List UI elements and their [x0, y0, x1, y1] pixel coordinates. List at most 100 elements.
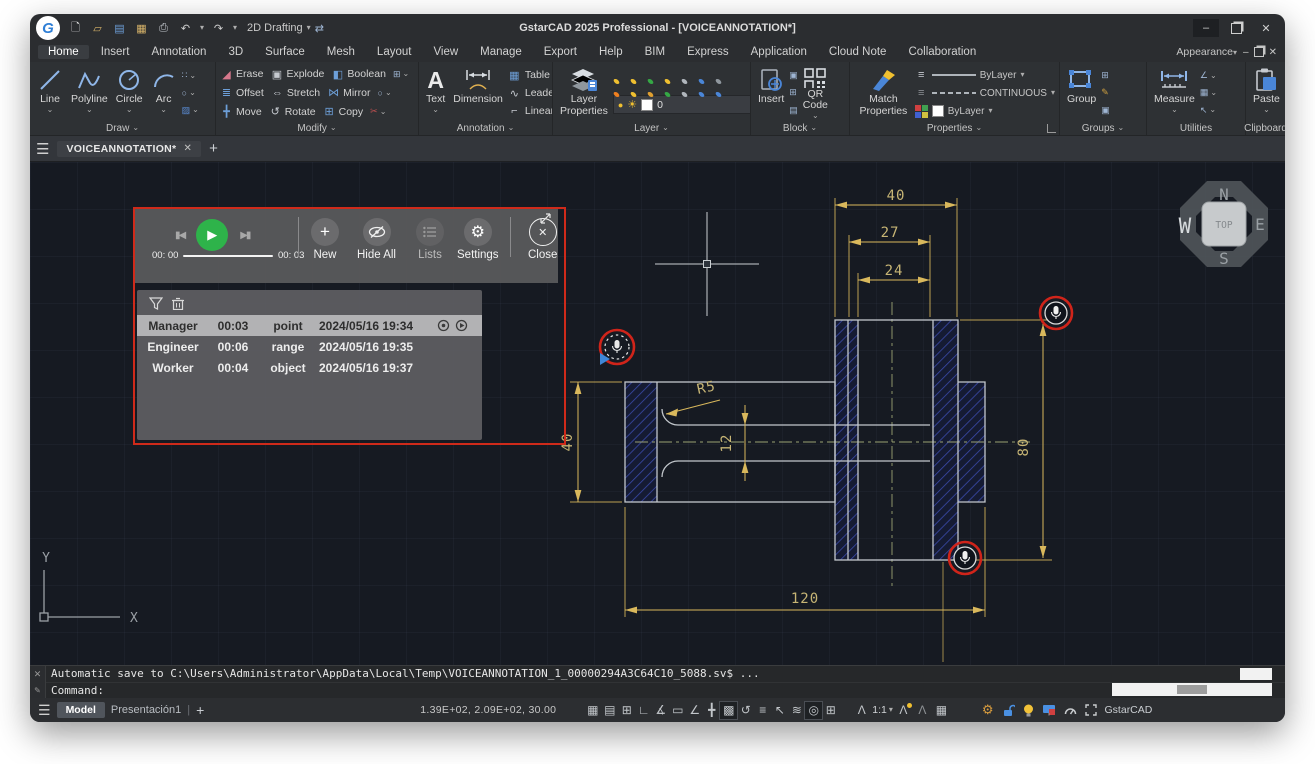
lineweight-display-icon[interactable]: ≡: [754, 702, 771, 719]
circle-tool-button[interactable]: Circle⌄: [113, 65, 146, 121]
panel-label-modify[interactable]: Modify⌄: [216, 121, 418, 135]
minimize-button[interactable]: –: [1193, 19, 1219, 37]
tab-application[interactable]: Application: [741, 45, 817, 59]
panel-label-properties[interactable]: Properties⌄: [850, 121, 1059, 135]
part-outline[interactable]: [625, 320, 985, 560]
ellipse-tool-icon[interactable]: ○: [182, 88, 187, 98]
erase-button[interactable]: ◢Erase: [220, 68, 263, 81]
performance-icon[interactable]: [1064, 704, 1077, 716]
annotation-scale-dropdown[interactable]: 1:1▾: [872, 704, 893, 716]
workspace-switch-icon[interactable]: ⇄: [315, 22, 324, 35]
fillet-icon[interactable]: ○: [378, 88, 383, 98]
doc-restore-button[interactable]: [1254, 47, 1264, 57]
command-edit-icon[interactable]: ✎: [34, 686, 41, 695]
rotate-button[interactable]: ↺Rotate: [269, 105, 316, 118]
voice-marker-point[interactable]: [1040, 297, 1072, 329]
tab-collaboration[interactable]: Collaboration: [898, 45, 986, 59]
auto-scale-icon[interactable]: Λ: [895, 702, 912, 719]
linear-dim-button[interactable]: ⌐Linear⌄: [508, 102, 552, 119]
grid-snap-icon[interactable]: ▤: [601, 702, 618, 719]
workspace-dropdown[interactable]: 2D Drafting ▾ ⇄: [247, 22, 367, 35]
workspace-grid-icon[interactable]: ▦: [933, 702, 950, 719]
isodraft-icon[interactable]: ≋: [788, 702, 805, 719]
print-icon[interactable]: ⎙: [156, 21, 171, 35]
delete-icon[interactable]: [172, 297, 184, 310]
hatch-tool-icon[interactable]: ▨: [182, 105, 191, 116]
layer-properties-button[interactable]: Layer Properties: [557, 65, 611, 121]
hide-all-button[interactable]: Hide All: [357, 218, 396, 261]
new-file-icon[interactable]: 🗋: [68, 21, 83, 35]
tab-close-icon[interactable]: ✕: [183, 143, 192, 154]
boolean-button[interactable]: ◧Boolean: [331, 68, 386, 81]
offset-button[interactable]: ≣Offset: [220, 86, 264, 99]
group-button[interactable]: Group: [1064, 65, 1099, 121]
text-tool-button[interactable]: A Text⌄: [423, 65, 448, 121]
tab-3d[interactable]: 3D: [218, 45, 253, 59]
quick-calc-icon[interactable]: ∠⌄: [1200, 70, 1217, 81]
object-track-icon[interactable]: ↺: [737, 702, 754, 719]
panel-label-clipboard[interactable]: Clipboard: [1246, 121, 1285, 135]
undo-icon[interactable]: ↶: [178, 21, 193, 35]
hatch-display-icon[interactable]: ▩: [720, 702, 737, 719]
play-button[interactable]: ▶: [196, 219, 228, 251]
new-tab-button[interactable]: +: [209, 140, 218, 157]
trim-icon[interactable]: ✂: [370, 106, 378, 117]
bulb-icon[interactable]: [1023, 704, 1034, 717]
group-select-icon[interactable]: ▣: [1101, 105, 1110, 116]
command-close-icon[interactable]: ✕: [34, 669, 42, 680]
viewcube-south[interactable]: S: [1219, 249, 1229, 268]
polar-tracking-icon[interactable]: ∡: [652, 702, 669, 719]
previous-annotation-button[interactable]: ▮◀: [175, 230, 184, 241]
explode-button[interactable]: ▣Explode: [270, 68, 324, 81]
move-button[interactable]: ╋Move: [220, 105, 262, 118]
object-snap-icon[interactable]: ╋: [703, 702, 720, 719]
annotation-visibility-icon[interactable]: Λ: [853, 702, 870, 719]
command-scrollbar[interactable]: [1112, 683, 1272, 696]
dynamic-input-icon[interactable]: ▭: [669, 702, 686, 719]
linetype-dropdown[interactable]: ≡ CONTINUOUS▾: [915, 84, 1055, 102]
viewcube-east[interactable]: E: [1255, 215, 1265, 234]
panel-label-layer[interactable]: Layer⌄: [553, 121, 750, 135]
tab-annotation[interactable]: Annotation: [141, 45, 216, 59]
ungroup-icon[interactable]: ⊞: [1101, 70, 1110, 81]
doc-minimize-button[interactable]: –: [1243, 47, 1249, 58]
scrollbar-thumb[interactable]: [1177, 685, 1207, 694]
command-prompt[interactable]: Command:: [46, 683, 1285, 699]
block-attr-icon[interactable]: ⊞: [789, 87, 798, 98]
tab-insert[interactable]: Insert: [91, 45, 140, 59]
selection-cycling-icon[interactable]: ↖: [771, 702, 788, 719]
panel-label-draw[interactable]: Draw⌄: [30, 121, 215, 135]
lineweight-dropdown[interactable]: ≡ ByLayer▾: [915, 66, 1055, 84]
measure-button[interactable]: Measure⌄: [1151, 65, 1198, 121]
quick-select-icon[interactable]: ↖⌄: [1200, 105, 1217, 116]
tab-help[interactable]: Help: [589, 45, 633, 59]
paste-button[interactable]: Paste⌄: [1250, 65, 1283, 121]
panel-label-utilities[interactable]: Utilities: [1147, 121, 1245, 135]
group-edit-icon[interactable]: ✎: [1101, 87, 1110, 98]
id-point-icon[interactable]: ▦⌄: [1200, 87, 1217, 98]
unlock-icon[interactable]: [1002, 704, 1015, 717]
layer-select-dropdown[interactable]: ● ☀ 0 ▾: [613, 95, 750, 114]
filter-icon[interactable]: [149, 297, 163, 310]
tab-mesh[interactable]: Mesh: [317, 45, 365, 59]
leader-tool-button[interactable]: ∿Leader⌄: [508, 85, 552, 102]
tab-layout[interactable]: Layout: [367, 45, 422, 59]
voice-marker-object[interactable]: [949, 542, 981, 574]
collapse-panel-icon[interactable]: [539, 212, 552, 225]
next-annotation-button[interactable]: ▶▮: [240, 230, 249, 241]
panel-label-groups[interactable]: Groups⌄: [1060, 121, 1146, 135]
status-menu-icon[interactable]: ☰: [38, 702, 51, 719]
appearance-dropdown[interactable]: Appearance▾: [1176, 46, 1237, 58]
view-cube[interactable]: N E S W TOP: [1179, 181, 1268, 268]
tab-surface[interactable]: Surface: [255, 45, 315, 59]
close-button[interactable]: ✕: [1253, 19, 1279, 37]
qr-code-button[interactable]: QR Code⌄: [800, 65, 831, 121]
tab-home[interactable]: Home: [38, 45, 89, 59]
file-tabs-menu-icon[interactable]: ☰: [36, 140, 49, 158]
locate-annotation-icon[interactable]: [437, 319, 450, 332]
arc-tool-button[interactable]: Arc⌄: [148, 65, 180, 121]
annotation-row[interactable]: Engineer00:06range2024/05/16 19:35: [137, 336, 482, 357]
annotation-monitor-icon[interactable]: Λ: [914, 702, 931, 719]
tab-view[interactable]: View: [423, 45, 468, 59]
copy-mode-icon[interactable]: ⊞: [822, 702, 839, 719]
